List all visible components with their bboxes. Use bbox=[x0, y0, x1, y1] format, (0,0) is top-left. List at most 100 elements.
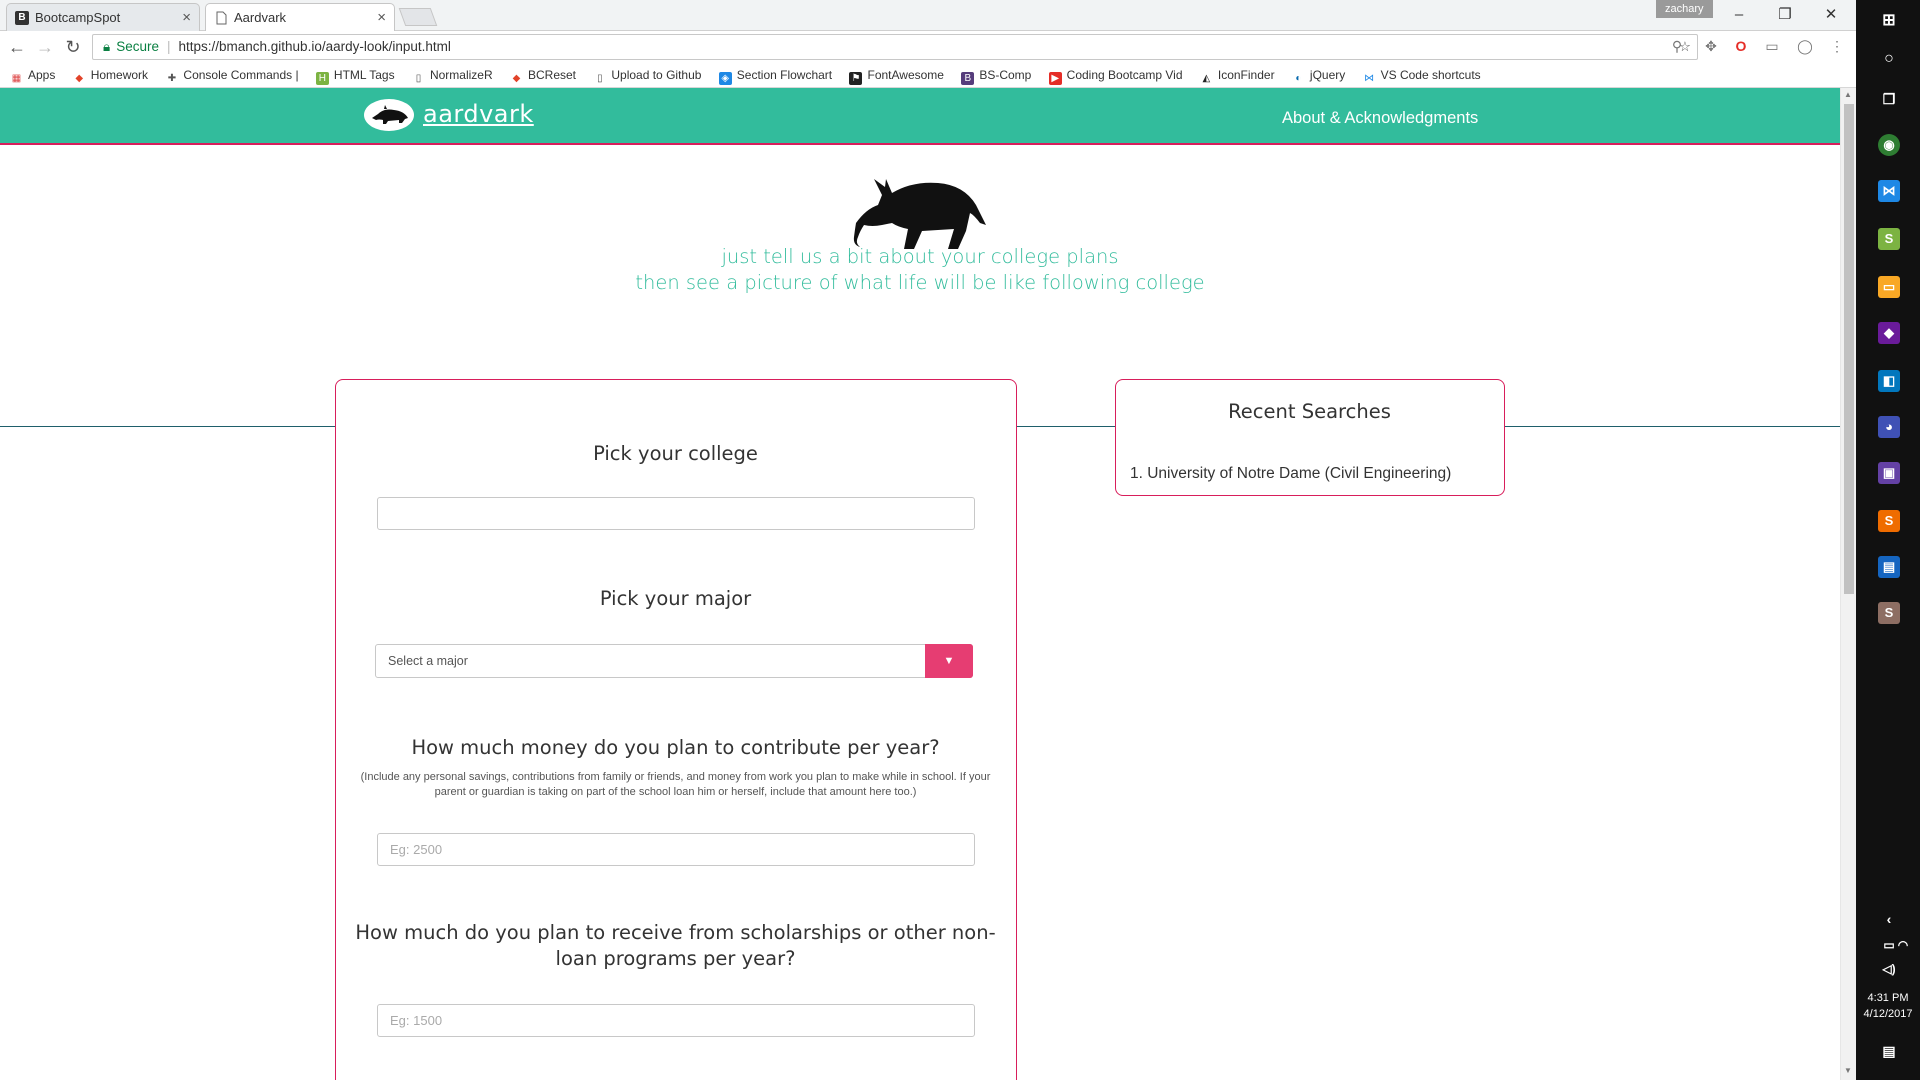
address-bar[interactable]: 🔒︎ Secure | https://bmanch.github.io/aardy-… bbox=[92, 34, 1698, 60]
close-tab-icon[interactable]: × bbox=[182, 4, 191, 31]
bookmark-iconfinder[interactable]: ◭ IconFinder bbox=[1200, 63, 1275, 87]
tagline-line-2: then see a picture of what life will be … bbox=[635, 271, 1205, 294]
bookmark-jquery[interactable]: ◐ jQuery bbox=[1292, 63, 1345, 87]
recent-searches-title: Recent Searches bbox=[1228, 400, 1391, 423]
app-icon[interactable]: S bbox=[1878, 602, 1900, 624]
lock-icon: 🔒︎ bbox=[103, 39, 111, 54]
forward-icon[interactable]: → bbox=[32, 34, 58, 60]
college-question-label: Pick your college bbox=[593, 442, 758, 465]
page-icon: ▯ bbox=[597, 73, 603, 84]
scroll-up-icon[interactable]: ▲ bbox=[1844, 90, 1852, 99]
jquery-icon: ◐ bbox=[1295, 73, 1302, 84]
about-acknowledgments-link[interactable]: About & Acknowledgments bbox=[1282, 109, 1478, 128]
slack-icon[interactable]: S bbox=[1878, 228, 1900, 250]
file-explorer-icon[interactable]: ▭ bbox=[1878, 276, 1900, 298]
tagline-line-1: just tell us a bit about your college pl… bbox=[721, 245, 1119, 268]
windows-start-icon[interactable]: ⊞ bbox=[1878, 10, 1900, 32]
cast-icon[interactable]: ▭ bbox=[1762, 36, 1782, 56]
screen: B BootcampSpot × Aardvark × zachary – ❐ … bbox=[0, 0, 1920, 1080]
clock-date: 4/12/2017 bbox=[1863, 1008, 1913, 1020]
vertical-scrollbar[interactable]: ▲ ▼ bbox=[1840, 88, 1856, 1080]
aardvark-illustration-icon bbox=[853, 179, 986, 249]
major-select-placeholder: Select a major bbox=[388, 654, 468, 668]
url-text: https://bmanch.github.io/aardy-look/inpu… bbox=[178, 39, 451, 54]
bootstrap-icon: B bbox=[961, 72, 975, 85]
recent-searches-panel: Recent Searches 1. University of Notre D… bbox=[1115, 379, 1505, 496]
action-center-icon[interactable]: ▤ bbox=[1878, 1040, 1900, 1062]
brand-link[interactable]: aardvark bbox=[423, 100, 534, 128]
contribution-input[interactable] bbox=[377, 833, 975, 866]
flag-icon: ⚑ bbox=[849, 72, 863, 85]
youtube-icon: ▶ bbox=[1048, 72, 1062, 85]
gitlab-icon: ◆ bbox=[75, 73, 84, 84]
bookmark-upload-to-github[interactable]: ▯ Upload to Github bbox=[593, 63, 701, 87]
tab-title: BootcampSpot bbox=[35, 10, 121, 25]
contribution-question-label: How much money do you plan to contribute… bbox=[411, 736, 940, 759]
sublime-icon[interactable]: S bbox=[1878, 510, 1900, 532]
scholarship-question-label: How much do you plan to receive from sch… bbox=[355, 921, 996, 970]
menu-dots-icon[interactable]: ⋮ bbox=[1827, 36, 1847, 56]
major-question-label: Pick your major bbox=[599, 587, 752, 610]
discord-icon[interactable]: ◕ bbox=[1878, 416, 1900, 438]
bookmark-bcreset[interactable]: ◆ BCReset bbox=[510, 63, 576, 87]
bookmark-homework[interactable]: ◆ Homework bbox=[73, 63, 148, 87]
translate-extension-icon[interactable]: ⚲ bbox=[1667, 36, 1687, 56]
wifi-icon[interactable]: ◠ bbox=[1894, 934, 1912, 956]
iconfinder-icon: ◭ bbox=[1202, 73, 1211, 84]
tab-strip: B BootcampSpot × Aardvark × zachary – ❐ … bbox=[0, 0, 1856, 31]
reload-icon[interactable]: ↻ bbox=[60, 34, 86, 60]
page-icon bbox=[214, 11, 228, 25]
cortana-icon[interactable]: ○ bbox=[1878, 48, 1900, 70]
vscode-taskbar-icon[interactable]: ⋈ bbox=[1878, 180, 1900, 202]
bookmark-fontawesome[interactable]: ⚑ FontAwesome bbox=[849, 63, 944, 87]
minimize-icon[interactable]: – bbox=[1716, 3, 1762, 27]
git-icon[interactable]: ◆ bbox=[1878, 322, 1900, 344]
bookmark-normalizer[interactable]: ▯ NormalizeR bbox=[412, 63, 493, 87]
chrome-icon[interactable]: ◉ bbox=[1878, 134, 1900, 156]
close-window-icon[interactable]: ✕ bbox=[1808, 3, 1854, 27]
clock-time: 4:31 PM bbox=[1867, 992, 1909, 1004]
twitch-icon[interactable]: ▣ bbox=[1878, 462, 1900, 484]
aardvark-logo-icon[interactable] bbox=[364, 99, 414, 131]
scroll-down-icon[interactable]: ▼ bbox=[1844, 1066, 1852, 1075]
opera-extension-icon[interactable]: O bbox=[1731, 36, 1751, 56]
restore-icon[interactable]: ❐ bbox=[1762, 3, 1808, 27]
back-icon[interactable]: ← bbox=[4, 34, 30, 60]
show-hidden-icons[interactable]: ‹ bbox=[1878, 908, 1900, 930]
bookmark-bs-comp[interactable]: B BS-Comp bbox=[961, 63, 1031, 87]
photoshop-icon[interactable]: ◧ bbox=[1878, 370, 1900, 392]
vscode-icon: ⋈ bbox=[1364, 73, 1375, 84]
volume-icon[interactable]: ◁) bbox=[1878, 958, 1900, 980]
scrollbar-thumb[interactable] bbox=[1844, 104, 1854, 594]
bookmark-console-commands[interactable]: ✚ Console Commands | bbox=[165, 63, 299, 87]
tab-bootcampspot[interactable]: B BootcampSpot × bbox=[6, 3, 200, 31]
gitlab-icon: ◆ bbox=[512, 73, 521, 84]
close-tab-icon[interactable]: × bbox=[377, 4, 386, 31]
browser-toolbar: ← → ↻ 🔒︎ Secure | https://bmanch.github.io/… bbox=[0, 31, 1856, 63]
bookmark-coding-bootcamp-vid[interactable]: ▶ Coding Bootcamp Vid bbox=[1048, 63, 1183, 87]
profile-button[interactable]: zachary bbox=[1656, 0, 1713, 18]
bookmark-vs-code-shortcuts[interactable]: ⋈ VS Code shortcuts bbox=[1363, 63, 1481, 87]
recent-search-item[interactable]: 1. University of Notre Dame (Civil Engin… bbox=[1130, 465, 1451, 483]
tab-aardvark[interactable]: Aardvark × bbox=[205, 3, 395, 31]
bookmark-section-flowchart[interactable]: ◈ Section Flowchart bbox=[718, 63, 832, 87]
outlook-icon[interactable]: ▤ bbox=[1878, 556, 1900, 578]
puzzle-extension-icon[interactable]: ✥ bbox=[1701, 36, 1721, 56]
chevron-down-icon[interactable]: ▼ bbox=[925, 644, 973, 678]
extension-circle-icon[interactable]: ◯ bbox=[1795, 36, 1815, 56]
task-view-icon[interactable]: ❐ bbox=[1878, 88, 1900, 110]
college-input[interactable] bbox=[377, 497, 975, 530]
major-select[interactable]: Select a major ▼ bbox=[375, 644, 973, 678]
bookmark-html-tags[interactable]: H HTML Tags bbox=[315, 63, 395, 87]
scholarship-input[interactable] bbox=[377, 1004, 975, 1037]
contribution-note: (Include any personal savings, contribut… bbox=[360, 771, 991, 798]
tab-title: Aardvark bbox=[234, 10, 287, 25]
apps-grid-icon: ▦ bbox=[11, 73, 22, 84]
bootcampspot-favicon-icon: B bbox=[15, 11, 29, 25]
html-icon: H bbox=[315, 72, 329, 85]
new-tab-button[interactable] bbox=[398, 8, 438, 26]
system-clock[interactable]: 4:31 PM 4/12/2017 bbox=[1856, 990, 1920, 1022]
recent-searches-list: 1. University of Notre Dame (Civil Engin… bbox=[1130, 465, 1451, 483]
draw-icon: ◈ bbox=[718, 72, 732, 85]
bookmark-apps[interactable]: ▦ Apps bbox=[10, 63, 56, 87]
